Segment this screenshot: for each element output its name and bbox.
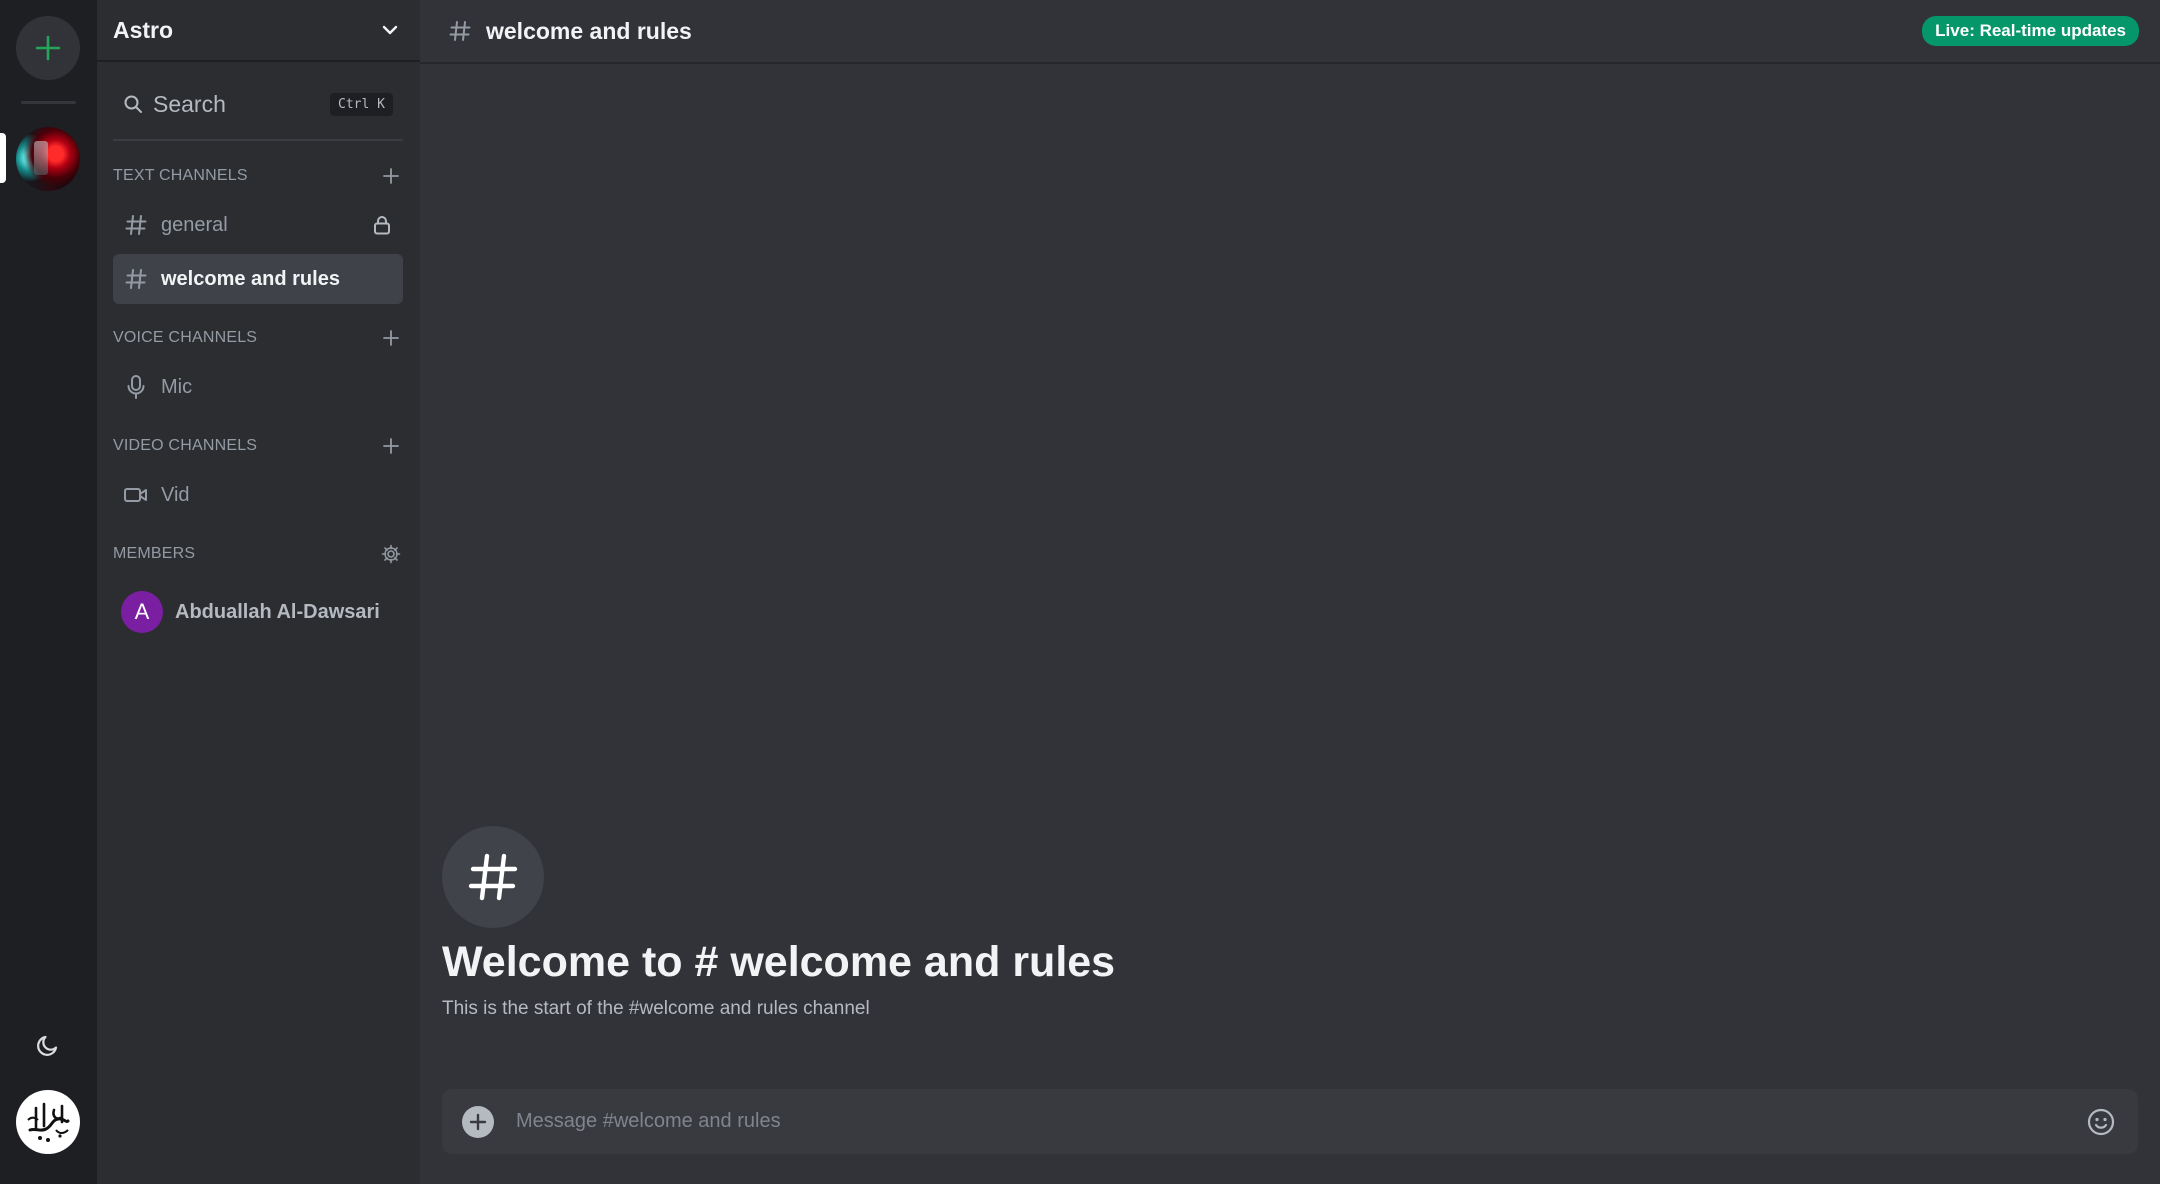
user-avatar[interactable]: [16, 1090, 80, 1154]
channel-welcome-and-rules[interactable]: welcome and rules: [113, 254, 403, 304]
message-composer: [442, 1089, 2138, 1154]
member-name: Abduallah Al-Dawsari: [175, 600, 380, 623]
section-text-channels: TEXT CHANNELS: [113, 162, 403, 190]
welcome-hash-circle: [442, 826, 544, 928]
member-settings-button[interactable]: [379, 542, 403, 566]
gear-icon: [381, 544, 401, 564]
section-video-channels: VIDEO CHANNELS: [113, 432, 403, 460]
section-members: MEMBERS: [113, 540, 403, 568]
microphone-icon: [123, 374, 149, 400]
server-header[interactable]: Astro: [97, 0, 420, 62]
add-video-channel-button[interactable]: [379, 434, 403, 458]
channel-general[interactable]: general: [113, 200, 403, 250]
channel-vid[interactable]: Vid: [113, 470, 403, 520]
topbar-channel-name: welcome and rules: [486, 17, 692, 44]
member-avatar: A: [121, 591, 163, 633]
add-voice-channel-button[interactable]: [379, 326, 403, 350]
lock-icon: [371, 214, 393, 236]
attach-button[interactable]: [462, 1105, 494, 1138]
plus-icon: [469, 1113, 487, 1130]
search-divider: [113, 139, 403, 141]
section-title-members: MEMBERS: [113, 545, 196, 562]
emoji-button[interactable]: [2084, 1105, 2118, 1139]
rail-divider: [21, 101, 76, 104]
chat-area: welcome and rules Live: Real-time update…: [420, 0, 2160, 1184]
calligraphy-avatar-image: [27, 1102, 70, 1142]
smiley-icon: [2087, 1108, 2115, 1135]
server-icon-astro[interactable]: [16, 127, 80, 191]
add-text-channel-button[interactable]: [379, 164, 403, 188]
section-title-text-channels: TEXT CHANNELS: [113, 167, 248, 184]
hash-icon: [123, 266, 149, 292]
message-input[interactable]: [516, 1110, 2084, 1133]
channel-topbar: welcome and rules Live: Real-time update…: [420, 0, 2160, 64]
theme-toggle-button[interactable]: [28, 1025, 68, 1065]
section-title-voice-channels: VOICE CHANNELS: [113, 329, 258, 346]
plus-icon: [383, 438, 399, 454]
search-label: Search: [153, 90, 226, 117]
member-item[interactable]: A Abduallah Al-Dawsari: [121, 589, 380, 635]
plus-icon: [383, 168, 399, 184]
section-title-video-channels: VIDEO CHANNELS: [113, 437, 258, 454]
moon-icon: [37, 1035, 58, 1056]
search-button[interactable]: Search Ctrl K: [113, 84, 403, 124]
server-rail: [0, 0, 97, 1184]
hash-icon: [449, 21, 471, 41]
channel-label: welcome and rules: [161, 267, 340, 290]
channel-sidebar: Astro Search Ctrl K TEXT CHANNELS genera…: [97, 0, 420, 1184]
server-name: Astro: [113, 16, 174, 43]
welcome-subtitle: This is the start of the #welcome and ru…: [442, 998, 870, 1019]
search-icon: [124, 95, 142, 113]
active-server-indicator: [0, 133, 6, 183]
channel-mic[interactable]: Mic: [113, 362, 403, 412]
welcome-title: Welcome to # welcome and rules: [442, 938, 1116, 986]
hash-icon: [123, 212, 149, 238]
section-voice-channels: VOICE CHANNELS: [113, 324, 403, 352]
chevron-down-icon: [382, 25, 398, 35]
plus-icon: [35, 35, 61, 61]
video-camera-icon: [123, 482, 149, 508]
channel-label: Mic: [161, 375, 193, 398]
plus-icon: [383, 330, 399, 346]
add-server-button[interactable]: [16, 16, 80, 80]
hash-icon: [468, 853, 518, 901]
search-shortcut: Ctrl K: [330, 92, 393, 116]
channel-label: Vid: [161, 483, 190, 506]
live-status-badge: Live: Real-time updates: [1922, 16, 2139, 46]
channel-label: general: [161, 213, 228, 236]
